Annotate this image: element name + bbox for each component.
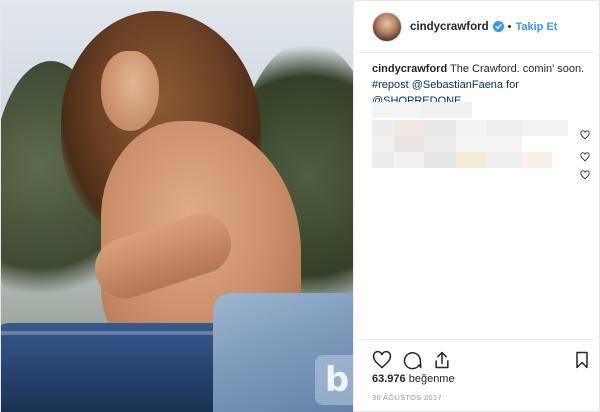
post-side-panel: cindycrawford • Takip Et cindycrawford T… [353, 1, 600, 412]
photo-face [101, 51, 159, 131]
post-photo[interactable]: b [1, 1, 353, 412]
photo-car [1, 323, 241, 412]
photo-car-highlight [1, 331, 231, 335]
heart-icon[interactable] [580, 152, 590, 162]
caption-username[interactable]: cindycrawford [372, 63, 447, 75]
heart-icon[interactable] [580, 170, 590, 180]
post-date: 30 AĞUSTOS 2017 [372, 393, 442, 402]
comment-item [372, 136, 572, 152]
avatar[interactable] [372, 11, 402, 42]
caption-for: for [506, 79, 519, 91]
post-header: cindycrawford • Takip Et [354, 1, 600, 53]
watermark-logo: b [315, 355, 353, 405]
instagram-post: b cindycrawford • Takip Et cindycrawford… [0, 0, 600, 412]
likes-number: 63.976 [372, 373, 406, 385]
header-separator: • [507, 20, 512, 33]
follow-button[interactable]: Takip Et [515, 21, 557, 33]
verified-badge-icon [492, 21, 504, 32]
heart-icon[interactable] [580, 130, 590, 140]
caption-hashtag[interactable]: #repost [372, 79, 409, 91]
caption-text: The Crawford. comin' soon. [450, 63, 585, 75]
comment-icon[interactable] [402, 350, 422, 370]
likes-count[interactable]: 63.976 beğenme [372, 373, 455, 385]
comment-item [372, 102, 472, 118]
comment-item [372, 152, 572, 168]
caption-mention[interactable]: @SebastianFaena [412, 79, 503, 91]
likes-label: beğenme [408, 373, 455, 385]
share-icon[interactable] [432, 350, 452, 370]
bookmark-icon[interactable] [572, 350, 592, 370]
comment-list [372, 102, 594, 212]
heart-icon[interactable] [372, 350, 392, 370]
comment-item [372, 120, 572, 136]
header-username[interactable]: cindycrawford [410, 21, 489, 33]
